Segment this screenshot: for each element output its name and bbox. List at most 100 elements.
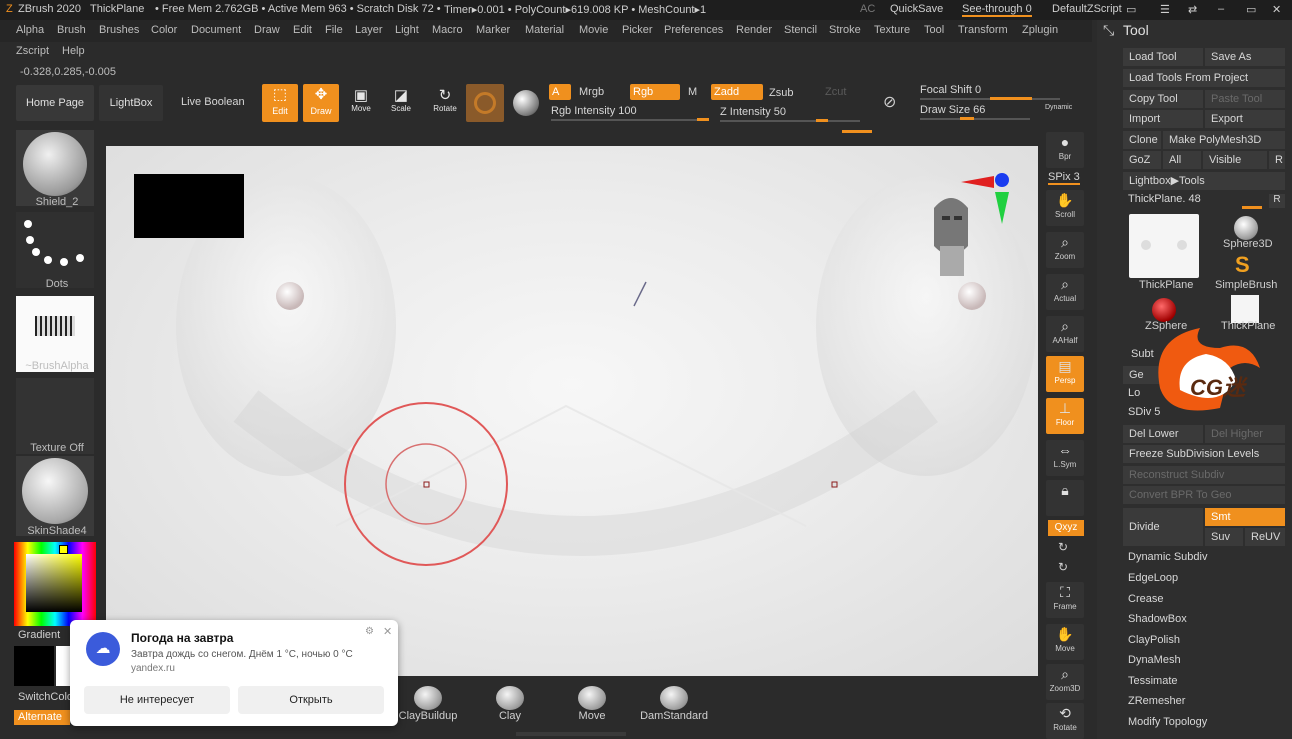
- goz-button[interactable]: GoZ: [1123, 151, 1161, 169]
- brush-mode-icon[interactable]: ⊘: [883, 92, 896, 112]
- gizmo-x-axis-icon[interactable]: [961, 176, 994, 188]
- canvas-viewport[interactable]: [106, 146, 1038, 676]
- move-view-button[interactable]: ✋ Move: [1046, 624, 1084, 660]
- focal-shift-slider[interactable]: Focal Shift 0: [920, 84, 981, 96]
- actual-button[interactable]: ⌕ Actual: [1046, 274, 1084, 310]
- zremesher-item[interactable]: ZRemesher: [1128, 695, 1185, 707]
- tessimate-item[interactable]: Tessimate: [1128, 675, 1178, 687]
- persp-button[interactable]: ▤ Persp: [1046, 356, 1084, 392]
- clone-button[interactable]: Clone: [1123, 131, 1161, 149]
- menu-render[interactable]: Render: [736, 24, 772, 36]
- a-button[interactable]: A: [549, 84, 571, 100]
- paste-tool-button[interactable]: Paste Tool: [1205, 90, 1285, 108]
- load-tool-button[interactable]: Load Tool: [1123, 48, 1203, 66]
- simplebrush-icon[interactable]: S: [1235, 252, 1250, 278]
- lsym-button[interactable]: ⇔ L.Sym: [1046, 440, 1084, 476]
- m-button[interactable]: M: [688, 86, 697, 98]
- brush-bar-scroll[interactable]: [516, 732, 626, 736]
- menu-layer[interactable]: Layer: [355, 24, 383, 36]
- import-button[interactable]: Import: [1123, 110, 1203, 128]
- brush-damstandard[interactable]: DamStandard: [639, 686, 709, 722]
- material-thumb[interactable]: [16, 456, 94, 536]
- gizmo-z-axis-icon[interactable]: [995, 173, 1009, 187]
- brush-clay[interactable]: Clay: [475, 686, 545, 722]
- lower-res-button[interactable]: Lo: [1128, 387, 1140, 399]
- menu-preferences[interactable]: Preferences: [664, 24, 723, 36]
- gradient-label[interactable]: Gradient: [18, 629, 60, 641]
- xyz-button[interactable]: Qxyz: [1048, 520, 1084, 536]
- thickplane-thumb[interactable]: [1129, 214, 1199, 278]
- menu-zplugin[interactable]: Zplugin: [1022, 24, 1058, 36]
- switch-color-button[interactable]: SwitchColo: [18, 691, 73, 703]
- menu-help[interactable]: Help: [62, 45, 85, 57]
- reconstruct-subdiv-button[interactable]: Reconstruct Subdiv: [1123, 466, 1285, 484]
- default-zscript-button[interactable]: DefaultZScript: [1052, 3, 1122, 15]
- edgeloop-item[interactable]: EdgeLoop: [1128, 572, 1178, 584]
- lightbox-button[interactable]: LightBox: [99, 85, 163, 121]
- see-through-slider[interactable]: See-through 0: [962, 3, 1032, 17]
- notification-close-icon[interactable]: ✕: [383, 625, 392, 638]
- menu-brushes[interactable]: Brushes: [99, 24, 139, 36]
- reuv-toggle[interactable]: ReUV: [1245, 528, 1285, 546]
- menu-draw[interactable]: Draw: [254, 24, 280, 36]
- claypolish-item[interactable]: ClayPolish: [1128, 634, 1180, 646]
- freeze-subdiv-button[interactable]: Freeze SubDivision Levels: [1123, 445, 1285, 463]
- menu-transform[interactable]: Transform: [958, 24, 1008, 36]
- menu-brush[interactable]: Brush: [57, 24, 86, 36]
- frame-button[interactable]: ⛶ Frame: [1046, 582, 1084, 618]
- rotate-view-button[interactable]: ⟲ Rotate: [1046, 703, 1084, 739]
- rotate-z-icon[interactable]: ↻: [1058, 560, 1068, 574]
- z-intensity-track[interactable]: [720, 120, 860, 122]
- z-intensity-slider[interactable]: Z Intensity 50: [720, 106, 786, 118]
- menu-material[interactable]: Material: [525, 24, 564, 36]
- aahalf-button[interactable]: ⌕ AAHalf: [1046, 316, 1084, 352]
- menu-edit[interactable]: Edit: [293, 24, 312, 36]
- close-icon[interactable]: ✕: [1272, 3, 1281, 16]
- settings-icon[interactable]: ⚙: [365, 626, 374, 637]
- visible-button[interactable]: Visible: [1203, 151, 1267, 169]
- sphere3d-icon[interactable]: [1234, 216, 1258, 240]
- menu-texture[interactable]: Texture: [874, 24, 910, 36]
- convert-bpr-button[interactable]: Convert BPR To Geo: [1123, 486, 1285, 504]
- rotate-button[interactable]: ↻ Rotate: [430, 88, 460, 114]
- main-color-swatch[interactable]: [14, 646, 54, 686]
- menu-document[interactable]: Document: [191, 24, 241, 36]
- menu-light[interactable]: Light: [395, 24, 419, 36]
- quicksave-button[interactable]: QuickSave: [890, 3, 943, 15]
- alternate-button[interactable]: Alternate: [14, 710, 70, 725]
- rgb-intensity-slider[interactable]: Rgb Intensity 100: [551, 105, 637, 117]
- menu-macro[interactable]: Macro: [432, 24, 463, 36]
- color-square[interactable]: [26, 554, 82, 612]
- home-page-button[interactable]: Home Page: [16, 85, 94, 121]
- bpr-button[interactable]: ● Bpr: [1046, 132, 1084, 168]
- dynamic-subdiv-item[interactable]: Dynamic Subdiv: [1128, 551, 1207, 563]
- mrgb-button[interactable]: Mrgb: [579, 86, 604, 98]
- thickplane-slider[interactable]: ThickPlane. 48: [1128, 193, 1201, 205]
- menu-icon[interactable]: ☰: [1160, 3, 1170, 16]
- dismiss-button[interactable]: Не интересует: [84, 686, 230, 714]
- menu-color[interactable]: Color: [151, 24, 177, 36]
- r-button[interactable]: R: [1269, 151, 1285, 169]
- menu-file[interactable]: File: [325, 24, 343, 36]
- live-boolean-button[interactable]: Live Boolean: [181, 96, 245, 108]
- lightbox-tools-button[interactable]: Lightbox▶Tools: [1123, 172, 1285, 190]
- lock-button[interactable]: 🔒︎: [1046, 480, 1084, 516]
- modify-topology-item[interactable]: Modify Topology: [1128, 716, 1207, 728]
- smt-toggle[interactable]: Smt: [1205, 508, 1285, 526]
- crease-item[interactable]: Crease: [1128, 593, 1163, 605]
- divide-button[interactable]: Divide: [1123, 508, 1203, 546]
- scroll-button[interactable]: ✋ Scroll: [1046, 190, 1084, 226]
- rgb-intensity-track[interactable]: [551, 119, 709, 121]
- minimize-icon[interactable]: –: [1218, 3, 1224, 15]
- copy-tool-button[interactable]: Copy Tool: [1123, 90, 1203, 108]
- material-swatch[interactable]: [466, 84, 504, 122]
- edit-button[interactable]: ⬚ Edit: [262, 84, 298, 122]
- hue-marker-icon[interactable]: [59, 545, 68, 554]
- material-sphere-icon[interactable]: [513, 90, 539, 116]
- pin-icon[interactable]: ⤡: [1103, 22, 1114, 39]
- brush-move[interactable]: Move: [557, 686, 627, 722]
- zoom3d-button[interactable]: ⌕ Zoom3D: [1046, 664, 1084, 700]
- save-as-button[interactable]: Save As: [1205, 48, 1285, 66]
- draw-button[interactable]: ✥ Draw: [303, 84, 339, 122]
- make-polymesh-button[interactable]: Make PolyMesh3D: [1163, 131, 1285, 149]
